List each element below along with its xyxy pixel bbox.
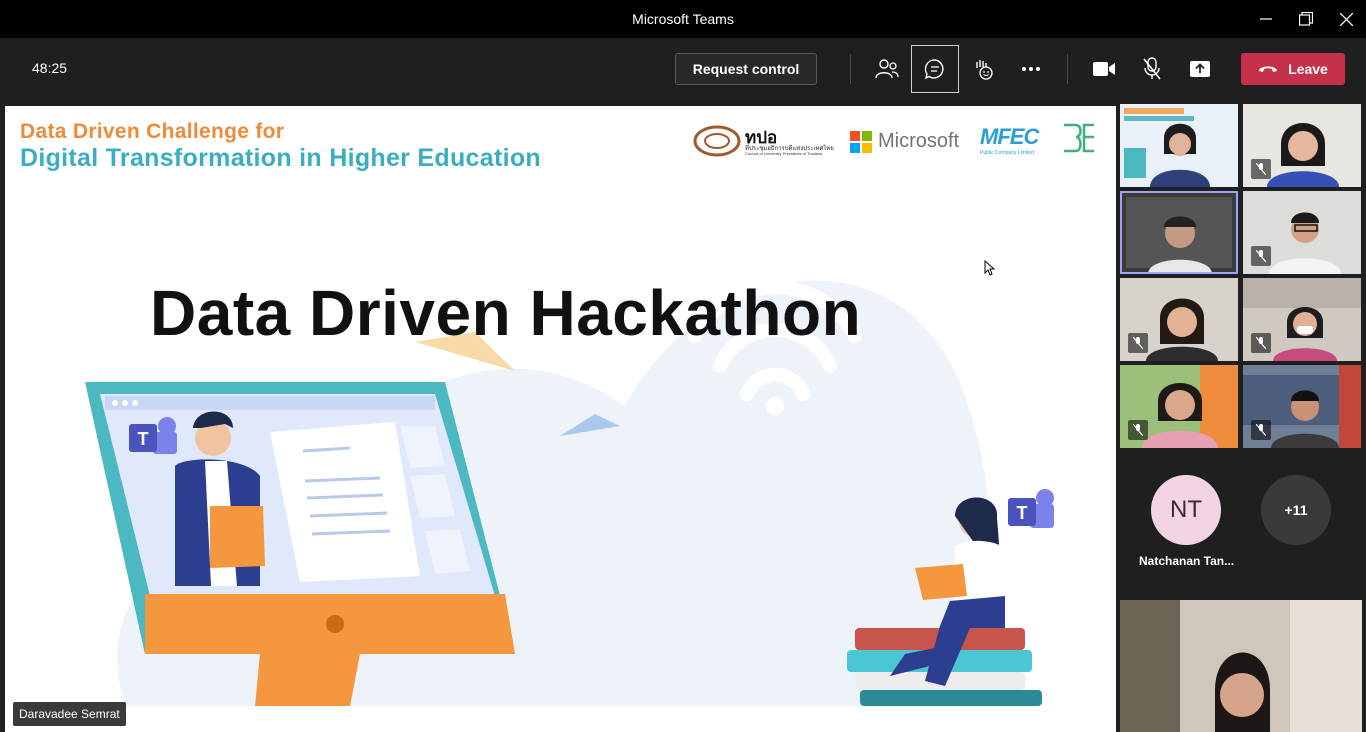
- window-title: Microsoft Teams: [632, 11, 734, 27]
- mfec-logo: MFEC Public Company Limited: [980, 124, 1044, 158]
- cupt-logo: ทปอ ที่ประชุมอธิการบดีแห่งประเทศไทย Coun…: [693, 124, 834, 158]
- participant-video-tile[interactable]: [1120, 365, 1238, 448]
- meeting-toolbar: 48:25 Request control Leave: [0, 38, 1366, 100]
- svg-text:T: T: [138, 429, 149, 449]
- participant-video-tile[interactable]: [1243, 278, 1361, 361]
- mic-off-icon: [1256, 337, 1266, 349]
- self-video: [1120, 600, 1362, 732]
- svg-text:T: T: [1017, 503, 1028, 523]
- camera-button[interactable]: [1080, 45, 1128, 93]
- more-icon: [1022, 67, 1040, 71]
- slide-title: Digital Transformation in Higher Educati…: [20, 144, 541, 172]
- title-bar: Microsoft Teams: [0, 0, 1366, 38]
- meeting-timer: 48:25: [32, 60, 68, 76]
- muted-indicator: [1251, 246, 1271, 266]
- participant-video-tile[interactable]: [1120, 278, 1238, 361]
- reactions-button[interactable]: [959, 45, 1007, 93]
- laptop: [915, 564, 967, 600]
- participant-video-tile[interactable]: [1120, 104, 1238, 187]
- microphone-button[interactable]: [1128, 45, 1176, 93]
- mouse-cursor-icon: [984, 260, 996, 276]
- hang-up-icon: [1259, 66, 1278, 72]
- participant-video-tile[interactable]: [1120, 191, 1238, 274]
- participant-name: Natchanan Tan...: [1139, 554, 1235, 568]
- toolbar-divider: [850, 54, 851, 84]
- mic-off-icon: [1256, 163, 1266, 175]
- slide-illustration: T T: [85, 280, 1054, 706]
- chat-icon: [924, 59, 944, 80]
- microsoft-icon: [850, 130, 872, 153]
- mic-off-icon: [1256, 250, 1266, 262]
- muted-indicator: [1251, 333, 1271, 353]
- participant-video-tile[interactable]: [1243, 191, 1361, 274]
- leave-button[interactable]: Leave: [1241, 53, 1345, 85]
- shared-content-stage: T T Data Driven Challenge for Digital Tr…: [5, 106, 1116, 732]
- close-button[interactable]: [1336, 9, 1356, 29]
- cupt-english-name: Council of University Presidents of Thai…: [745, 151, 823, 156]
- presenter-name-label: Daravadee Semrat: [13, 702, 126, 726]
- mic-off-icon: [1143, 57, 1161, 80]
- more-actions-button[interactable]: [1007, 45, 1055, 93]
- participant-video-tile[interactable]: [1243, 365, 1361, 448]
- toolbar-divider: [1067, 54, 1068, 84]
- mic-off-icon: [1256, 424, 1266, 436]
- muted-indicator: [1251, 420, 1271, 440]
- minimize-icon: [1260, 18, 1272, 20]
- participant-video-tile[interactable]: [1243, 104, 1361, 187]
- teams-logo: T: [1008, 489, 1054, 528]
- slide-subtitle: Data Driven Challenge for: [20, 120, 285, 143]
- camera-icon: [1093, 62, 1115, 76]
- minimize-button[interactable]: [1256, 9, 1276, 29]
- leave-label: Leave: [1288, 61, 1328, 77]
- share-screen-button[interactable]: [1176, 45, 1224, 93]
- self-video-tile[interactable]: [1120, 600, 1362, 732]
- muted-indicator: [1128, 420, 1148, 440]
- close-icon: [1339, 12, 1353, 26]
- slide-heading: Data Driven Hackathon: [150, 277, 862, 349]
- microsoft-wordmark: Microsoft: [878, 130, 960, 152]
- participants-icon: [875, 59, 899, 79]
- participants-button[interactable]: [863, 45, 911, 93]
- restore-button[interactable]: [1296, 9, 1316, 29]
- mic-off-icon: [1133, 337, 1143, 349]
- more-participants-button[interactable]: +11: [1261, 475, 1331, 545]
- reactions-icon: [976, 60, 993, 80]
- mfec-wordmark: MFEC: [980, 124, 1039, 149]
- partner-emblem-icon: [1064, 123, 1094, 153]
- share-icon: [1190, 61, 1210, 77]
- muted-indicator: [1251, 159, 1271, 179]
- microsoft-logo: Microsoft: [850, 130, 959, 153]
- book: [860, 690, 1042, 706]
- participant-video: [1120, 191, 1238, 274]
- restore-icon: [1299, 12, 1313, 26]
- cupt-emblem-icon: [693, 125, 741, 157]
- muted-indicator: [1128, 333, 1148, 353]
- participant-avatar[interactable]: NT: [1151, 475, 1221, 545]
- monitor-stand: [255, 654, 360, 706]
- participant-video: [1120, 104, 1238, 187]
- wifi-dot: [766, 397, 784, 415]
- request-control-button[interactable]: Request control: [675, 53, 817, 85]
- mfec-subtitle: Public Company Limited: [980, 150, 1034, 156]
- mic-off-icon: [1133, 424, 1143, 436]
- chat-button[interactable]: [911, 45, 959, 93]
- participants-panel: NT Natchanan Tan... +11: [1116, 100, 1366, 732]
